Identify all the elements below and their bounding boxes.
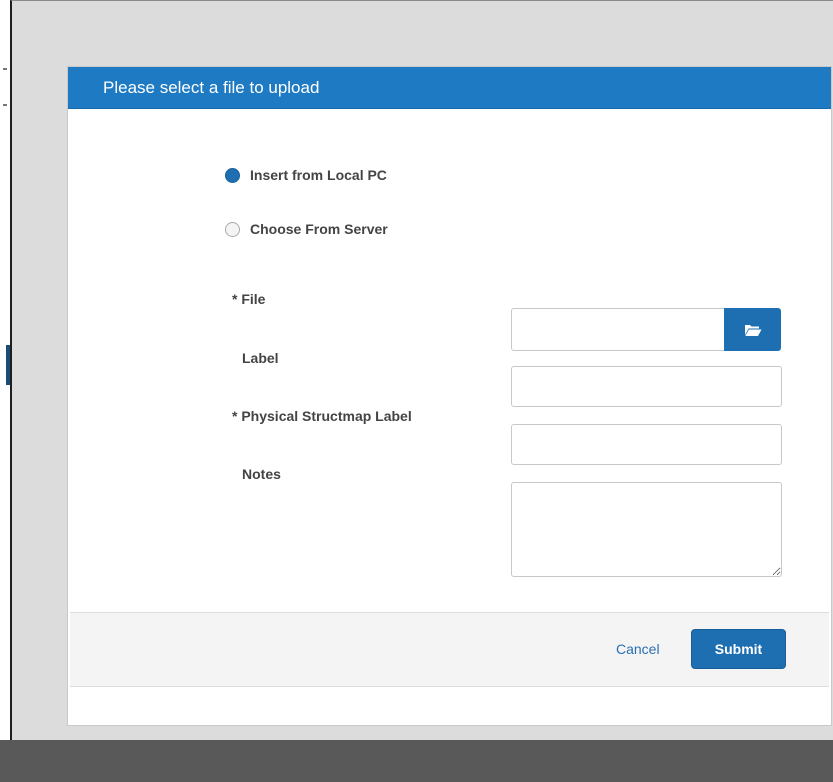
background-mark: [3, 68, 7, 70]
structmap-label-input[interactable]: [511, 424, 782, 465]
label-field-label: Label: [242, 350, 279, 366]
structmap-field-label: * Physical Structmap Label: [232, 408, 412, 424]
folder-open-icon: [744, 324, 761, 336]
file-picker: [511, 308, 781, 351]
radio-choose-from-server[interactable]: Choose From Server: [225, 219, 388, 239]
dialog-body: Insert from Local PC Choose From Server …: [70, 109, 829, 650]
radio-selected-indicator[interactable]: [225, 167, 240, 183]
background-mark: [3, 104, 7, 106]
cancel-link[interactable]: Cancel: [616, 641, 660, 657]
radio-label: Insert from Local PC: [250, 167, 387, 183]
submit-button[interactable]: Submit: [691, 629, 786, 669]
browse-file-button[interactable]: [724, 308, 781, 351]
dialog-header: Please select a file to upload: [68, 67, 831, 109]
background-page: [0, 0, 10, 740]
file-path-input[interactable]: [511, 308, 724, 351]
upload-dialog: Please select a file to upload Insert fr…: [67, 66, 832, 726]
background-bottom-bar: [0, 740, 833, 782]
radio-insert-local-pc[interactable]: Insert from Local PC: [225, 165, 387, 185]
radio-unselected-indicator[interactable]: [225, 221, 240, 237]
file-field-label: * File: [232, 291, 266, 307]
dialog-footer: Cancel Submit: [70, 612, 829, 687]
label-input[interactable]: [511, 366, 782, 407]
notes-field-label: Notes: [242, 466, 281, 482]
modal-overlay: Please select a file to upload Insert fr…: [10, 0, 833, 740]
dialog-title: Please select a file to upload: [103, 78, 320, 97]
notes-textarea[interactable]: [511, 482, 782, 577]
radio-label: Choose From Server: [250, 221, 388, 237]
